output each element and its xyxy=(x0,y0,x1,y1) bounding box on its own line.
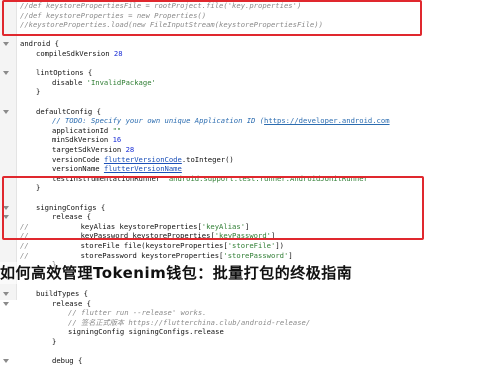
code-token: storePassword keystoreProperties[ xyxy=(28,250,224,260)
fold-chevron-icon[interactable] xyxy=(3,359,9,364)
article-title-banner: 如何高效管理Tokenim钱包：批量打包的终极指南 xyxy=(0,262,500,284)
code-token: applicationId xyxy=(52,125,113,135)
code-token: https://developer.android.com xyxy=(264,116,390,126)
fold-chevron-icon[interactable] xyxy=(3,301,9,306)
code-token: flutterVersionName xyxy=(103,164,182,174)
code-token: // flutter run --release' works. xyxy=(68,308,207,318)
code-token: } xyxy=(36,87,41,97)
code-line[interactable]: disable 'InvalidPackage' xyxy=(52,78,156,88)
code-token: versionName xyxy=(52,164,104,174)
code-token: 'storeFile' xyxy=(227,241,276,250)
code-token: compileSdkVersion xyxy=(36,49,114,58)
code-token: minSdkVersion xyxy=(52,135,113,145)
highlight-box-keystore-comments xyxy=(2,0,422,36)
code-token: 28 xyxy=(125,145,135,154)
fold-chevron-icon[interactable] xyxy=(3,71,9,76)
code-line[interactable]: applicationId "" xyxy=(52,126,121,136)
code-line[interactable]: targetSdkVersion 28 xyxy=(52,145,134,155)
code-token: disable xyxy=(52,77,87,87)
code-line[interactable]: // storePassword keystoreProperties['sto… xyxy=(20,251,293,261)
code-line[interactable]: android { xyxy=(20,39,59,49)
code-token: // TODO: Specify your own unique Applica… xyxy=(52,116,265,126)
code-token: targetSdkVersion xyxy=(52,145,126,154)
code-token: lintOptions { xyxy=(36,68,93,78)
code-token: // xyxy=(20,241,29,250)
code-line[interactable]: } xyxy=(52,337,56,347)
code-line[interactable]: minSdkVersion 16 xyxy=(52,135,121,145)
code-token: 'storePassword' xyxy=(223,250,289,260)
code-line[interactable]: } xyxy=(36,87,40,97)
code-token: versionCode xyxy=(52,154,104,164)
highlight-box-signing-fields xyxy=(2,176,424,240)
code-token: 28 xyxy=(113,49,123,58)
code-line[interactable]: release { xyxy=(52,299,91,309)
code-editor[interactable]: //def keystorePropertiesFile = rootProje… xyxy=(0,0,500,365)
code-token: .toInteger() xyxy=(181,154,234,164)
code-line[interactable]: // 签名正式版本 https://flutterchina.club/andr… xyxy=(68,318,310,328)
code-token: } xyxy=(52,337,57,346)
code-token: // xyxy=(20,250,29,260)
code-line[interactable]: // TODO: Specify your own unique Applica… xyxy=(52,116,390,126)
code-line[interactable]: versionName flutterVersionName xyxy=(52,164,182,174)
fold-chevron-icon[interactable] xyxy=(3,42,9,47)
code-token: storeFile file(keystoreProperties[ xyxy=(28,241,228,250)
fold-chevron-icon[interactable] xyxy=(3,109,9,114)
code-token: android { xyxy=(20,39,59,49)
article-title: 如何高效管理Tokenim钱包：批量打包的终极指南 xyxy=(0,264,353,282)
code-token: 16 xyxy=(112,135,122,145)
code-line[interactable]: signingConfig signingConfigs.release xyxy=(68,327,224,337)
fold-chevron-icon[interactable] xyxy=(3,292,9,296)
code-line[interactable]: // flutter run --release' works. xyxy=(68,308,206,318)
code-line[interactable]: compileSdkVersion 28 xyxy=(36,49,123,59)
code-token: defaultConfig { xyxy=(36,106,101,116)
code-line[interactable]: lintOptions { xyxy=(36,68,92,78)
code-line[interactable]: buildTypes { xyxy=(36,289,88,299)
code-token: 'InvalidPackage' xyxy=(86,77,156,87)
code-token: debug { xyxy=(52,356,83,366)
code-line[interactable]: defaultConfig { xyxy=(36,107,101,117)
code-line[interactable]: debug { xyxy=(52,356,82,366)
code-token: flutterVersionCode xyxy=(103,154,182,164)
code-token: ]) xyxy=(275,241,284,250)
code-token: ] xyxy=(288,250,293,260)
code-line[interactable]: versionCode flutterVersionCode.toInteger… xyxy=(52,155,234,165)
code-token: // 签名正式版本 https://flutterchina.club/andr… xyxy=(68,317,311,327)
code-token: signingConfig signingConfigs.release xyxy=(68,327,224,337)
code-token: "" xyxy=(112,125,122,135)
code-token: buildTypes { xyxy=(36,289,88,298)
code-line[interactable]: // storeFile file(keystoreProperties['st… xyxy=(20,241,284,251)
